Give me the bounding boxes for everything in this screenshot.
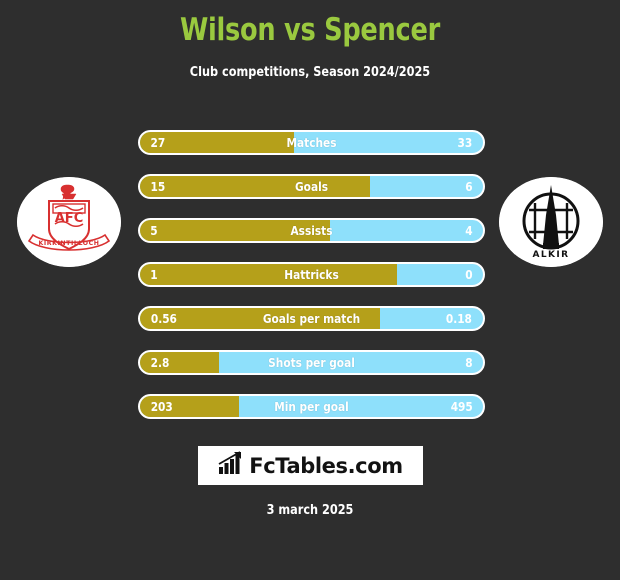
svg-text:AFC: AFC [55,211,83,226]
left-value: 1 [150,267,158,282]
right-value: 6 [465,179,473,194]
fctables-logo[interactable]: FcTables.com [198,446,423,485]
right-value: 33 [457,135,473,150]
svg-text:ALKIR: ALKIR [533,250,570,260]
left-value: 203 [150,399,173,414]
left-value: 5 [150,223,158,238]
right-value: 0.18 [446,311,473,326]
left-value: 27 [150,135,166,150]
right-value: 495 [450,399,473,414]
left-fill [140,176,370,197]
page-title: Wilson vs Spencer [179,12,441,48]
right-club-badge: ALKIR [499,177,603,267]
table-row: 27 Matches 33 [138,130,485,155]
header: Wilson vs Spencer Club competitions, Sea… [0,0,620,80]
table-row: 2.8 Shots per goal 8 [138,350,485,375]
svg-text:KIRKINTILLOCH: KIRKINTILLOCH [38,240,99,247]
table-row: 1 Hattricks 0 [138,262,485,287]
bar-chart-icon [218,451,244,480]
right-value: 4 [465,223,473,238]
table-row: 15 Goals 6 [138,174,485,199]
left-value: 2.8 [150,355,170,370]
right-value: 8 [465,355,473,370]
page-subtitle: Club competitions, Season 2024/2025 [189,64,431,80]
left-value: 0.56 [150,311,177,326]
left-club-badge: AFC KIRKINTILLOCH [17,177,121,267]
table-row: 203 Min per goal 495 [138,394,485,419]
date-label: 3 march 2025 [266,502,354,518]
left-fill [140,220,331,241]
left-value: 15 [150,179,166,194]
table-row: 0.56 Goals per match 0.18 [138,306,485,331]
right-value: 0 [465,267,473,282]
stat-bars: 27 Matches 33 15 Goals 6 5 Assists 4 1 H… [138,130,485,438]
logo-text: FcTables.com [249,453,403,478]
left-fill [140,264,398,285]
stat-comparison-page: Wilson vs Spencer Club competitions, Sea… [0,0,620,580]
table-row: 5 Assists 4 [138,218,485,243]
